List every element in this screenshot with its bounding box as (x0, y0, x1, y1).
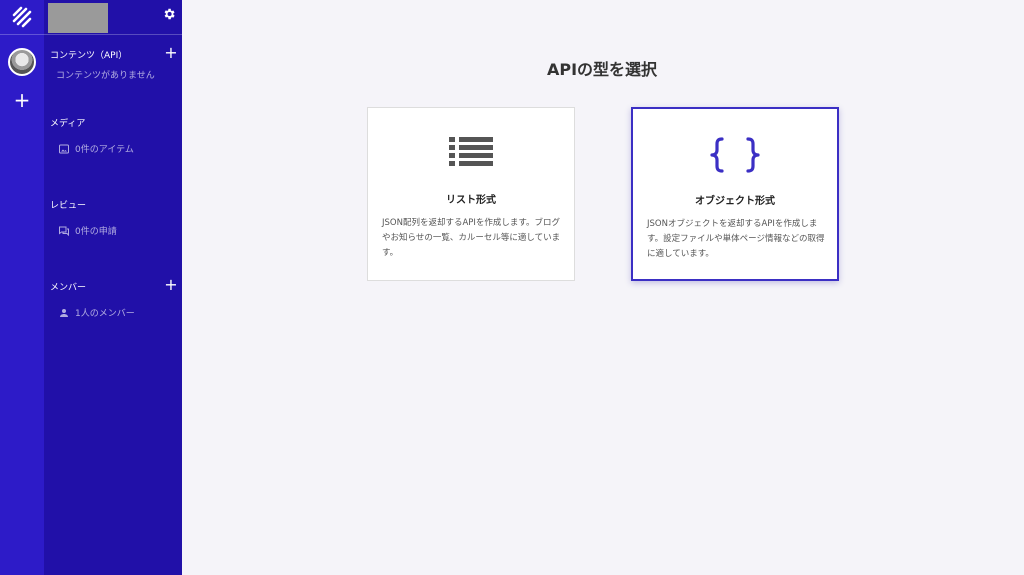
sidebar-divider (44, 34, 182, 35)
api-type-card-list[interactable]: リスト形式 JSON配列を返却するAPIを作成します。ブログやお知らせの一覧、カ… (367, 107, 575, 281)
card-description: JSON配列を返却するAPIを作成します。ブログやお知らせの一覧、カルーセル等に… (382, 218, 561, 258)
image-icon (59, 144, 69, 153)
logo-icon[interactable] (10, 6, 34, 28)
avatar[interactable] (8, 48, 36, 76)
card-title: オブジェクト形式 (695, 196, 775, 207)
app-rail: + (0, 0, 44, 575)
contents-empty-text: コンテンツがありません (56, 68, 155, 81)
add-member-plus-icon[interactable]: + (164, 277, 178, 293)
page-title: APIの型を選択 (546, 60, 658, 79)
sidebar-item-review[interactable]: 0件の申請 (58, 224, 117, 237)
list-icon (368, 136, 574, 172)
sidebar-item-members-label: 1人のメンバー (75, 309, 135, 319)
braces-icon (633, 137, 837, 173)
sidebar-section-review: レビュー (50, 201, 87, 211)
sidebar-item-media[interactable]: 0件のアイテム (58, 142, 134, 155)
api-type-card-object[interactable]: オブジェクト形式 JSONオブジェクトを返却するAPIを作成します。設定ファイル… (631, 107, 839, 281)
service-thumbnail[interactable] (48, 3, 108, 33)
sidebar-section-media: メディア (50, 119, 86, 129)
add-content-plus-icon[interactable]: + (164, 45, 178, 61)
card-description: JSONオブジェクトを返却するAPIを作成します。設定ファイルや単体ページ情報な… (647, 219, 825, 259)
sidebar-item-review-label: 0件の申請 (75, 227, 117, 237)
sidebar: コンテンツ（API） + コンテンツがありません メディア 0件のアイテム レビ… (44, 0, 182, 575)
sidebar-item-media-label: 0件のアイテム (75, 145, 134, 155)
review-icon (59, 226, 69, 236)
sidebar-section-contents: コンテンツ（API） (50, 51, 128, 61)
contents-empty-label: コンテンツがありません (56, 71, 155, 81)
gear-icon[interactable] (162, 6, 176, 20)
sidebar-section-members: メンバー (50, 283, 87, 293)
rail-divider (0, 34, 44, 35)
sidebar-item-members[interactable]: 1人のメンバー (58, 306, 135, 319)
add-service-plus-icon[interactable]: + (12, 90, 32, 110)
person-icon (60, 308, 68, 317)
card-title: リスト形式 (446, 195, 496, 206)
